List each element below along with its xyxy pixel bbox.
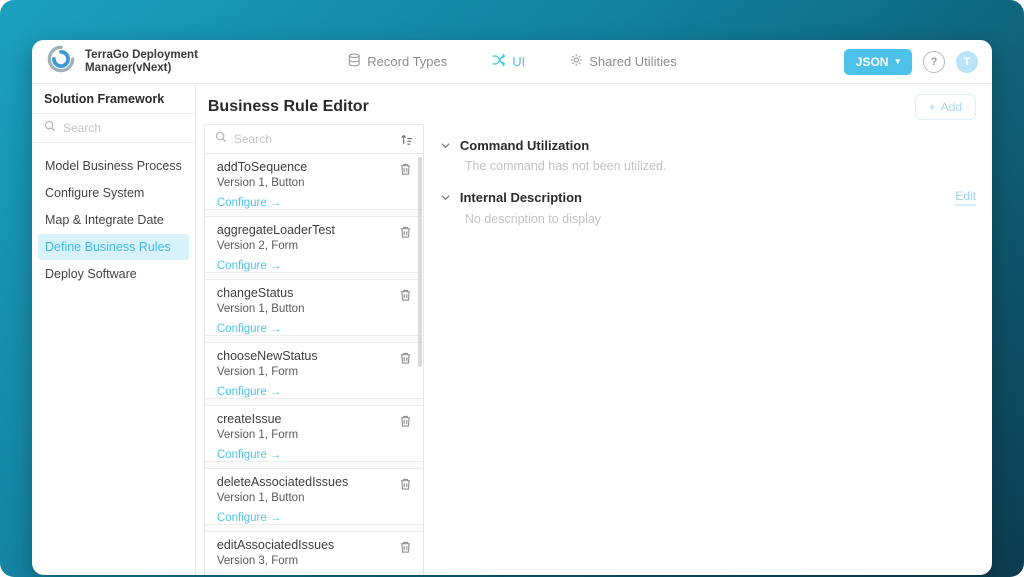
app-title: TerraGo Deployment Manager(vNext) <box>85 48 198 74</box>
terrago-logo-icon <box>46 44 76 79</box>
configure-link[interactable]: Configure → <box>217 386 282 398</box>
configure-link[interactable]: Configure → <box>217 197 282 209</box>
internal-description-section: Internal Description Edit No description… <box>440 189 976 226</box>
arrow-right-icon: → <box>269 512 282 524</box>
arrow-right-icon: → <box>269 449 282 461</box>
configure-link[interactable]: Configure → <box>217 260 282 272</box>
rules-list: addToSequence Version 1, Button Configur… <box>204 154 423 575</box>
rule-item[interactable]: deleteAssociatedIssues Version 1, Button… <box>205 469 423 524</box>
rule-item[interactable]: chooseNewStatus Version 1, Form Configur… <box>205 343 423 398</box>
main-header: Business Rule Editor + Add <box>196 84 992 124</box>
rule-item[interactable]: aggregateLoaderTest Version 2, Form Conf… <box>205 217 423 272</box>
search-icon <box>44 119 56 137</box>
rule-name: createIssue <box>216 412 282 426</box>
database-icon <box>347 53 361 70</box>
edit-description-link[interactable]: Edit <box>955 189 976 206</box>
arrow-right-icon: → <box>269 197 282 209</box>
delete-rule-icon[interactable] <box>399 540 412 559</box>
delete-rule-icon[interactable] <box>399 414 412 433</box>
rule-name: editAssociatedIssues <box>216 538 335 552</box>
rules-search-input[interactable] <box>233 132 334 146</box>
rule-meta: Version 1, Form <box>216 429 299 441</box>
rule-name: chooseNewStatus <box>216 349 318 363</box>
delete-rule-icon[interactable] <box>399 162 412 181</box>
rule-meta: Version 1, Button <box>216 303 305 315</box>
desktop-background: TerraGo Deployment Manager(vNext) Record… <box>0 0 1024 577</box>
nav-label: UI <box>512 54 526 69</box>
plus-icon: + <box>928 100 936 114</box>
delete-rule-icon[interactable] <box>399 288 412 307</box>
rule-item[interactable]: editAssociatedIssues Version 3, Form Con… <box>205 532 423 575</box>
chevron-down-icon[interactable] <box>440 140 451 151</box>
rule-name: aggregateLoaderTest <box>216 223 336 237</box>
section-title: Internal Description <box>459 190 582 205</box>
sidebar-item-define-business-rules[interactable]: Define Business Rules <box>38 234 189 260</box>
rule-meta: Version 2, Form <box>216 240 299 252</box>
main-area: Business Rule Editor + Add Search addToS… <box>196 84 992 575</box>
delete-rule-icon[interactable] <box>399 477 412 496</box>
nav-label: Record Types <box>367 54 448 69</box>
sidebar-item-model-business-process[interactable]: Model Business Process <box>38 153 189 179</box>
gear-icon <box>569 53 583 70</box>
app-window: TerraGo Deployment Manager(vNext) Record… <box>32 40 992 575</box>
rule-meta: Version 3, Form <box>216 555 299 567</box>
app-header: TerraGo Deployment Manager(vNext) Record… <box>32 40 992 84</box>
rule-meta: Version 1, Button <box>216 492 305 504</box>
chevron-down-icon[interactable] <box>440 192 451 203</box>
sidebar: Solution Framework Model Business Proces… <box>32 84 196 575</box>
rule-name: addToSequence <box>216 160 308 174</box>
configure-link[interactable]: Configure → <box>217 449 282 461</box>
rule-meta: Version 1, Button <box>216 177 305 189</box>
arrow-right-icon: → <box>269 386 282 398</box>
header-actions: JSON ▾ ? T <box>843 48 978 75</box>
top-navigation: Record Types UI Shared Utilities <box>347 53 677 70</box>
sort-button[interactable] <box>400 133 413 146</box>
sidebar-item-map-integrate-date[interactable]: Map & Integrate Date <box>38 207 189 233</box>
sidebar-item-configure-system[interactable]: Configure System <box>38 180 189 206</box>
json-dropdown-button[interactable]: JSON ▾ <box>843 48 912 75</box>
nav-record-types[interactable]: Record Types <box>347 53 447 70</box>
sidebar-title: Solution Framework <box>32 84 195 114</box>
section-body: The command has not been utilized. <box>464 159 667 173</box>
brand: TerraGo Deployment Manager(vNext) <box>46 44 198 79</box>
rule-meta: Version 1, Form <box>216 366 299 378</box>
rule-item[interactable]: createIssue Version 1, Form Configure → <box>205 406 423 461</box>
add-button[interactable]: + Add <box>914 94 976 120</box>
arrow-right-icon: → <box>269 260 282 272</box>
rules-search-bar[interactable] <box>204 125 423 154</box>
nav-label: Shared Utilities <box>589 54 677 69</box>
search-icon <box>215 130 227 148</box>
command-utilization-section: Command Utilization The command has not … <box>440 138 976 173</box>
rule-details-panel: Command Utilization The command has not … <box>440 124 976 575</box>
configure-link[interactable]: Configure → <box>217 323 282 335</box>
ui-icon <box>491 53 506 70</box>
configure-link[interactable]: Configure → <box>217 512 282 524</box>
section-title: Command Utilization <box>459 138 590 153</box>
sidebar-search[interactable] <box>32 114 195 143</box>
sidebar-items: Model Business Process Configure System … <box>32 143 195 297</box>
sidebar-item-deploy-software[interactable]: Deploy Software <box>38 261 189 287</box>
sidebar-search-input[interactable] <box>63 121 163 135</box>
help-button[interactable]: ? <box>923 50 945 73</box>
user-avatar[interactable]: T <box>956 50 978 73</box>
rule-name: changeStatus <box>216 286 294 300</box>
delete-rule-icon[interactable] <box>399 225 412 244</box>
nav-shared-utilities[interactable]: Shared Utilities <box>569 53 677 70</box>
rule-name: deleteAssociatedIssues <box>216 475 349 489</box>
rule-item[interactable]: addToSequence Version 1, Button Configur… <box>205 154 423 209</box>
caret-down-icon: ▾ <box>895 56 900 66</box>
arrow-right-icon: → <box>269 323 282 335</box>
delete-rule-icon[interactable] <box>399 351 412 370</box>
section-body: No description to display <box>464 212 602 226</box>
list-scrollbar[interactable] <box>417 157 422 367</box>
rules-list-panel: addToSequence Version 1, Button Configur… <box>203 124 424 575</box>
nav-ui[interactable]: UI <box>491 53 525 70</box>
page-title: Business Rule Editor <box>207 98 369 115</box>
rule-item[interactable]: changeStatus Version 1, Button Configure… <box>205 280 423 335</box>
